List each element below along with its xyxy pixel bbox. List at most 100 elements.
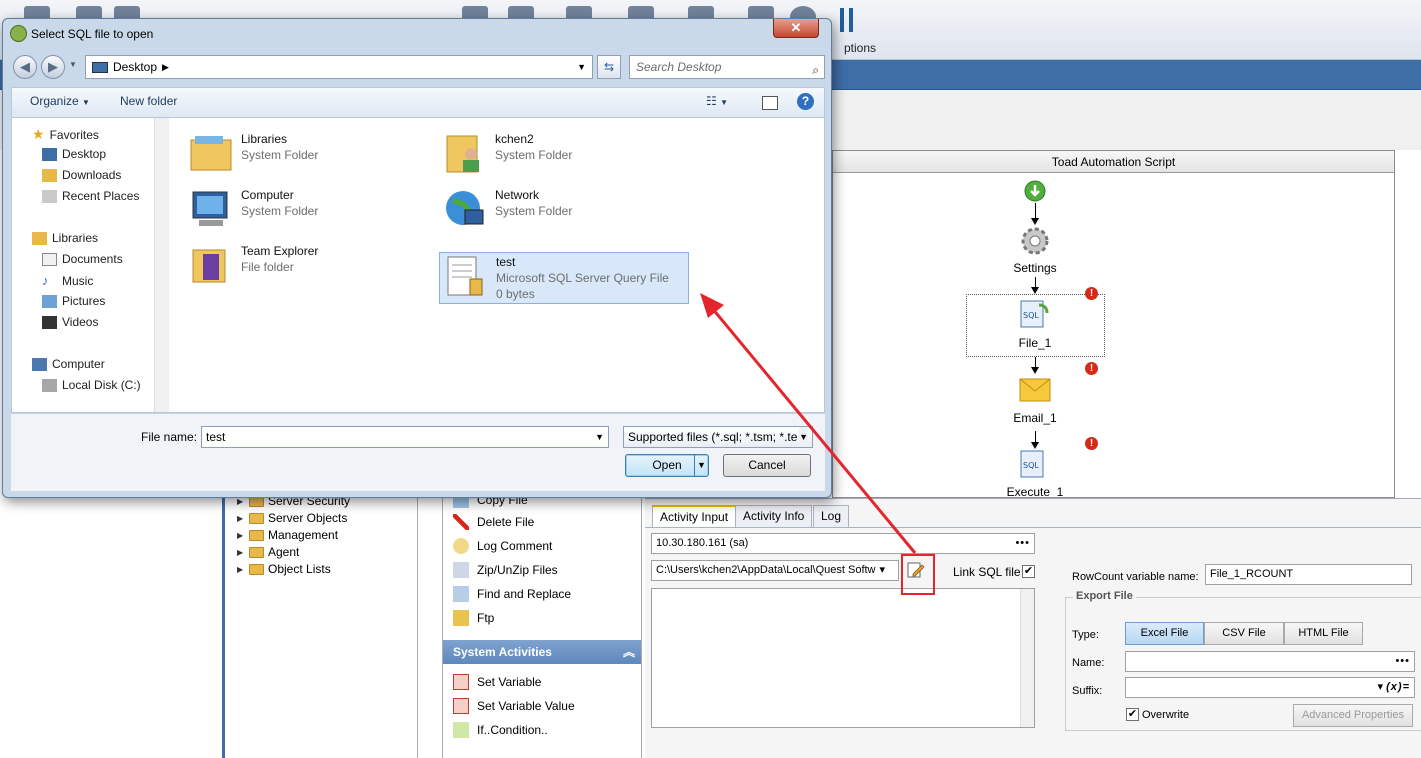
sql-file-node-icon[interactable]: SQL: [1019, 299, 1051, 331]
activity-if-condition[interactable]: If..Condition..: [453, 722, 548, 738]
dropdown-icon[interactable]: ▾: [1377, 678, 1384, 697]
start-icon[interactable]: [1023, 179, 1047, 203]
sql-file-path[interactable]: C:\Users\kchen2\AppData\Local\Quest Soft…: [651, 560, 899, 581]
expand-icon[interactable]: ▶: [237, 531, 245, 540]
folder-icon: [249, 546, 264, 558]
tree-item[interactable]: ▶ Object Lists: [237, 562, 331, 576]
node-label[interactable]: Settings: [990, 261, 1080, 275]
file-list[interactable]: Libraries System Folder kchen2 System Fo…: [169, 117, 825, 413]
nav-recent-places[interactable]: Recent Places: [42, 189, 139, 203]
nav-videos[interactable]: Videos: [42, 315, 98, 329]
file-item[interactable]: kchen2 System Folder: [439, 126, 689, 180]
tree-item[interactable]: ▶ Agent: [237, 545, 299, 559]
view-options-icon[interactable]: ☷ ▼: [706, 94, 728, 108]
node-label[interactable]: File_1: [990, 336, 1080, 350]
node-label[interactable]: Email_1: [990, 411, 1080, 425]
activity-log-comment[interactable]: Log Comment: [453, 538, 552, 554]
email-icon[interactable]: [1019, 377, 1051, 403]
file-item[interactable]: Network System Folder: [439, 182, 689, 236]
nav-downloads[interactable]: Downloads: [42, 168, 121, 182]
preview-pane-icon[interactable]: [762, 96, 778, 110]
activities-panel[interactable]: Copy File Delete File Log Comment Zip/Un…: [442, 492, 642, 758]
close-button[interactable]: ✕: [773, 19, 819, 38]
videos-icon: [42, 315, 57, 329]
settings-gear-icon[interactable]: [1019, 225, 1051, 257]
wrench-icon[interactable]: [836, 6, 858, 34]
editor-scrollbar[interactable]: [1020, 589, 1034, 727]
open-button[interactable]: Open ▼: [625, 454, 709, 477]
object-tree[interactable]: ▶ Server Security ▶ Server Objects ▶ Manage…: [222, 492, 418, 758]
recent-dropdown-icon[interactable]: ▼: [69, 60, 77, 69]
export-name-input[interactable]: •••: [1125, 651, 1415, 672]
help-icon[interactable]: ?: [797, 93, 814, 110]
address-dropdown-icon[interactable]: ▼: [577, 62, 586, 72]
fx-button[interactable]: (x)=: [1386, 678, 1410, 697]
suffix-select[interactable]: ▾ (x)=: [1125, 677, 1415, 698]
navigation-pane[interactable]: ★ Favorites Desktop Downloads Recent Plac…: [11, 117, 169, 413]
nav-computer[interactable]: Computer: [32, 357, 105, 371]
activity-set-variable-value[interactable]: Set Variable Value: [453, 698, 575, 714]
nav-documents[interactable]: Documents: [42, 252, 123, 266]
nav-scrollbar[interactable]: [154, 118, 169, 412]
activity-ftp[interactable]: Ftp: [453, 610, 494, 626]
csv-file-button[interactable]: CSV File: [1204, 622, 1284, 645]
address-bar[interactable]: Desktop ▶ ▼: [85, 55, 593, 79]
excel-file-button[interactable]: Excel File: [1125, 622, 1204, 645]
tab-log[interactable]: Log: [813, 505, 850, 527]
new-folder-button[interactable]: New folder: [120, 94, 177, 108]
back-button[interactable]: ◀: [13, 55, 37, 79]
file-item-selected[interactable]: test Microsoft SQL Server Query File 0 b…: [439, 252, 689, 304]
collapse-icon[interactable]: ︽: [623, 640, 635, 664]
nav-music[interactable]: ♪ Music: [42, 273, 93, 288]
overwrite-checkbox[interactable]: ✔: [1126, 708, 1139, 721]
activity-find-replace[interactable]: Find and Replace: [453, 586, 571, 602]
options-label[interactable]: ptions: [844, 41, 876, 55]
open-dropdown-icon[interactable]: ▼: [694, 455, 708, 476]
forward-button[interactable]: ▶: [41, 55, 65, 79]
flow-arrow: [1031, 357, 1039, 374]
execute-sql-icon[interactable]: SQL: [1019, 449, 1049, 479]
rowcount-input[interactable]: File_1_RCOUNT: [1205, 564, 1412, 585]
connection-field[interactable]: 10.30.180.161 (sa) •••: [651, 533, 1035, 554]
file-type-select[interactable]: Supported files (*.sql; *.tsm; *.te ▼: [623, 426, 813, 448]
search-icon[interactable]: ⌕: [812, 59, 819, 81]
organize-button[interactable]: Organize ▼: [30, 94, 90, 108]
nav-favorites[interactable]: ★ Favorites: [32, 126, 99, 143]
dropdown-icon[interactable]: ▼: [799, 427, 808, 447]
dropdown-icon[interactable]: ▼: [595, 427, 604, 447]
link-sql-checkbox[interactable]: ✔: [1022, 565, 1035, 578]
activity-zip[interactable]: Zip/UnZip Files: [453, 562, 558, 578]
file-name-input[interactable]: test ▼: [201, 426, 609, 448]
cancel-button[interactable]: Cancel: [723, 454, 811, 477]
advanced-properties-button[interactable]: Advanced Properties: [1293, 704, 1413, 727]
expand-icon[interactable]: ▶: [237, 514, 245, 523]
search-input[interactable]: Search Desktop ⌕: [629, 55, 825, 79]
tab-activity-info[interactable]: Activity Info: [735, 505, 813, 527]
browse-name-button[interactable]: •••: [1395, 652, 1410, 671]
tree-item[interactable]: ▶ Management: [237, 528, 338, 542]
html-file-button[interactable]: HTML File: [1284, 622, 1363, 645]
nav-desktop[interactable]: Desktop: [42, 147, 106, 161]
activity-delete-file[interactable]: Delete File: [453, 514, 534, 530]
expand-icon[interactable]: ▶: [237, 548, 245, 557]
nav-local-disk[interactable]: Local Disk (C:): [42, 378, 141, 392]
node-label[interactable]: Execute_1: [990, 485, 1080, 497]
comment-icon: [453, 538, 469, 554]
tree-item[interactable]: ▶ Server Objects: [237, 511, 347, 525]
file-item[interactable]: Computer System Folder: [185, 182, 435, 236]
browse-connection-button[interactable]: •••: [1015, 534, 1030, 553]
nav-pictures[interactable]: Pictures: [42, 294, 105, 308]
system-activities-header[interactable]: System Activities ︽: [443, 640, 641, 664]
file-item[interactable]: Libraries System Folder: [185, 126, 435, 180]
expand-icon[interactable]: ▶: [237, 565, 245, 574]
sql-editor[interactable]: [651, 588, 1035, 728]
automation-script-canvas[interactable]: Toad Automation Script Settings SQL File…: [832, 150, 1395, 498]
nav-libraries[interactable]: Libraries: [32, 231, 98, 245]
breadcrumb-arrow-icon[interactable]: ▶: [162, 62, 169, 73]
dropdown-icon[interactable]: ▾: [879, 561, 886, 580]
file-item[interactable]: Team Explorer File folder: [185, 238, 435, 292]
refresh-button[interactable]: ⇆: [597, 55, 621, 79]
tab-activity-input[interactable]: Activity Input: [652, 505, 737, 527]
link-sql-label: Link SQL file: [953, 565, 1021, 579]
activity-set-variable[interactable]: Set Variable: [453, 674, 541, 690]
